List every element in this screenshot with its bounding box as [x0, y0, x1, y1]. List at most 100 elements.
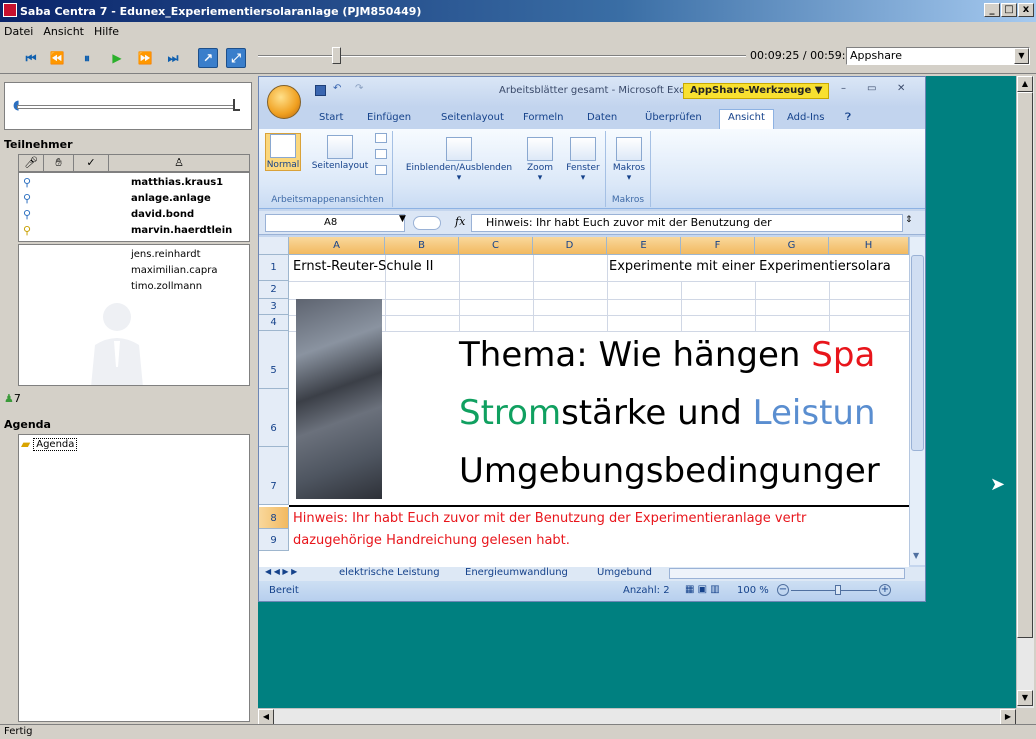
export-icon[interactable]: ↗ — [198, 48, 218, 68]
excel-vertical-scrollbar[interactable]: ▼ — [909, 237, 925, 565]
excel-scroll-thumb[interactable] — [911, 255, 924, 451]
list-item[interactable]: ⚲ matthias.kraus1 — [19, 175, 249, 191]
scroll-left-icon[interactable]: ◀ — [258, 709, 274, 725]
row-header-3[interactable]: 3 — [259, 299, 289, 315]
view-buttons-icon[interactable]: ▦ ▣ ▥ — [685, 584, 720, 595]
mic-column-icon[interactable]: 🎤︎ — [19, 155, 44, 171]
rewind-icon[interactable]: ⏪ — [48, 49, 66, 67]
column-header-d[interactable]: D — [533, 237, 607, 255]
horizontal-scrollbar[interactable]: ◀ ▶ — [258, 708, 1016, 725]
cell-a1[interactable]: Ernst-Reuter-Schule II — [293, 259, 433, 274]
tab-ueberpruefen[interactable]: Überprüfen — [645, 112, 702, 123]
scroll-up-icon[interactable]: ▲ — [1017, 76, 1033, 92]
chevron-down-icon[interactable]: ▼ — [399, 214, 406, 224]
sheet-tab-elektrische-leistung[interactable]: elektrische Leistung — [339, 567, 440, 578]
excel-restore-icon[interactable]: ▭ — [867, 83, 876, 94]
name-box[interactable]: A8 — [265, 214, 405, 232]
agenda-item[interactable]: ▰ Agenda — [21, 437, 78, 451]
minimize-button[interactable]: _ — [984, 3, 1000, 17]
column-header-e[interactable]: E — [607, 237, 681, 255]
sheet-tab-umgebung[interactable]: Umgebund — [597, 567, 652, 578]
list-item[interactable]: maximilian.capra — [19, 263, 249, 279]
select-all-corner[interactable] — [259, 237, 289, 255]
row-header-8[interactable]: 8 — [259, 507, 289, 529]
formula-input[interactable]: Hinweis: Ihr habt Euch zuvor mit der Ben… — [471, 214, 903, 232]
list-item[interactable]: timo.zollmann — [19, 279, 249, 295]
list-item[interactable]: ⚲ david.bond — [19, 207, 249, 223]
volume-slider[interactable] — [17, 105, 235, 109]
hand-column-icon[interactable]: ✋︎ — [44, 155, 74, 171]
row-header-7[interactable]: 7 — [259, 447, 289, 505]
list-item[interactable]: jens.reinhardt — [19, 247, 249, 263]
excel-minimize-icon[interactable]: – — [841, 83, 846, 94]
scroll-down-icon[interactable]: ▼ — [1017, 690, 1033, 706]
excel-close-icon[interactable]: ✕ — [897, 83, 905, 94]
sheet-nav-icon[interactable]: ◀ ◀ ▶ ▶ — [265, 567, 297, 576]
menu-ansicht[interactable]: Ansicht — [43, 25, 84, 38]
scroll-down-icon[interactable]: ▼ — [913, 551, 919, 560]
expand-formula-icon[interactable]: ⇕ — [905, 215, 913, 225]
custom-view-icon[interactable] — [375, 149, 387, 159]
row-header-5[interactable]: 5 — [259, 331, 289, 389]
fast-forward-icon[interactable]: ⏩ — [136, 49, 154, 67]
maximize-button[interactable]: □ — [1001, 3, 1017, 17]
list-item[interactable]: ⚲ anlage.anlage — [19, 191, 249, 207]
skip-end-icon[interactable]: ⏭ — [164, 49, 182, 67]
help-icon[interactable]: ❓︎ — [845, 112, 851, 123]
skip-start-icon[interactable]: ⏮ — [22, 49, 40, 67]
redo-icon[interactable]: ↷ — [355, 83, 363, 94]
vertical-scrollbar[interactable]: ▲ ▼ — [1016, 76, 1034, 708]
row-header-2[interactable]: 2 — [259, 281, 289, 299]
menu-datei[interactable]: Datei — [4, 25, 33, 38]
page-break-icon[interactable] — [375, 133, 387, 143]
play-icon[interactable]: ▶ — [108, 49, 126, 67]
tab-einfuegen[interactable]: Einfügen — [367, 112, 411, 123]
column-header-a[interactable]: A — [289, 237, 385, 255]
excel-window[interactable]: ↶ ↷ Arbeitsblätter gesamt - Microsoft Ex… — [258, 76, 926, 602]
zoom-slider-thumb[interactable] — [835, 585, 841, 595]
chevron-down-icon[interactable]: ▼ — [1014, 48, 1029, 64]
cell-e1[interactable]: Experimente mit einer Experimentiersolar… — [609, 259, 891, 274]
formula-bar-toggle[interactable] — [413, 216, 441, 230]
tab-add-ins[interactable]: Add-Ins — [787, 112, 824, 123]
tab-start[interactable]: Start — [319, 112, 343, 123]
appshare-tools-button[interactable]: AppShare-Werkzeuge ▼ — [683, 83, 830, 99]
row-header-4[interactable]: 4 — [259, 315, 289, 331]
cell-a9[interactable]: dazugehörige Handreichung gelesen habt. — [293, 533, 570, 548]
fullscreen-view-icon[interactable] — [375, 165, 387, 175]
scroll-thumb[interactable] — [1017, 92, 1033, 638]
check-column-icon[interactable]: ✓ — [74, 155, 109, 171]
zoom-button[interactable]: Zoom ▾ — [525, 137, 555, 183]
fullscreen-icon[interactable]: ⤢ — [226, 48, 246, 68]
tab-formeln[interactable]: Formeln — [523, 112, 563, 123]
column-header-c[interactable]: C — [459, 237, 533, 255]
tab-ansicht[interactable]: Ansicht — [719, 109, 774, 129]
tab-daten[interactable]: Daten — [587, 112, 617, 123]
person-column-icon[interactable]: ♙ — [109, 155, 249, 171]
tab-seitenlayout[interactable]: Seitenlayout — [441, 112, 504, 123]
save-icon[interactable] — [315, 85, 326, 96]
spreadsheet-grid[interactable]: A B C D E F G H 1 2 3 4 5 6 7 8 9 Ernst-… — [259, 237, 909, 567]
fx-icon[interactable]: fx — [455, 215, 465, 228]
sheet-tab-energieumwandlung[interactable]: Energieumwandlung — [465, 567, 568, 578]
undo-icon[interactable]: ↶ — [333, 83, 341, 94]
column-header-h[interactable]: H — [829, 237, 909, 255]
macros-button[interactable]: Makros ▾ — [610, 137, 648, 183]
show-hide-button[interactable]: Einblenden/Ausblenden ▾ — [401, 137, 517, 183]
close-button[interactable]: x — [1018, 3, 1034, 17]
zoom-out-icon[interactable]: − — [777, 584, 789, 596]
seek-thumb[interactable] — [332, 47, 342, 64]
zoom-in-icon[interactable]: + — [879, 584, 891, 596]
window-button[interactable]: Fenster ▾ — [563, 137, 603, 183]
row-header-6[interactable]: 6 — [259, 389, 289, 447]
list-item[interactable]: ⚲ marvin.haerdtlein — [19, 223, 249, 239]
page-layout-button[interactable]: Seitenlayout — [311, 135, 369, 171]
scroll-right-icon[interactable]: ▶ — [1000, 709, 1016, 725]
cell-a8[interactable]: Hinweis: Ihr habt Euch zuvor mit der Ben… — [293, 511, 806, 526]
mode-select[interactable]: Appshare ▼ — [846, 47, 1030, 65]
volume-thumb[interactable] — [233, 99, 240, 111]
office-button[interactable] — [267, 85, 301, 119]
sheet-hscroll[interactable] — [669, 568, 905, 579]
menu-hilfe[interactable]: Hilfe — [94, 25, 119, 38]
pause-icon[interactable]: ⏸ — [78, 49, 96, 67]
